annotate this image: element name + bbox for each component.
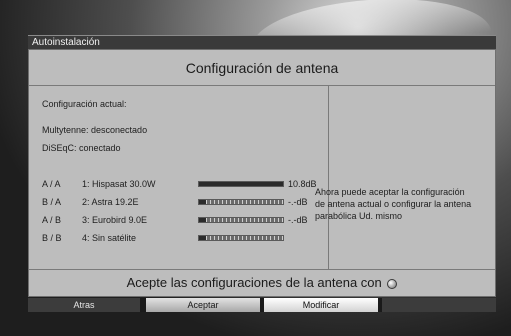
window-title: Autoinstalación: [28, 35, 496, 49]
signal-db: 10.8dB: [288, 179, 317, 189]
modify-button[interactable]: Modificar: [264, 298, 378, 312]
current-config-section: Configuración actual: Multytenne: descon…: [29, 86, 329, 269]
softkey-bar: Atras Aceptar Modificar: [28, 298, 496, 312]
content-area: Configuración actual: Multytenne: descon…: [29, 86, 495, 269]
signal-level: [199, 218, 206, 222]
satellite-name: 1: Hispasat 30.0W: [82, 179, 156, 189]
signal-db: -.-dB: [288, 215, 308, 225]
satellite-position: B / A: [42, 197, 62, 207]
accept-button[interactable]: Aceptar: [146, 298, 260, 312]
signal-level: [199, 200, 206, 204]
multytenne-status: Multytenne: desconectado: [42, 125, 148, 135]
signal-meter: [198, 235, 284, 241]
antenna-config-panel: Configuración de antena Configuración ac…: [28, 49, 496, 297]
blank-softkey[interactable]: [382, 298, 496, 312]
satellite-name: 4: Sin satélite: [82, 233, 137, 243]
satellite-name: 2: Astra 19.2E: [82, 197, 139, 207]
signal-meter: [198, 199, 284, 205]
signal-db: -.-dB: [288, 197, 308, 207]
diseqc-status: DiSEqC: conectado: [42, 143, 121, 153]
current-config-label: Configuración actual:: [42, 99, 127, 109]
help-text: Ahora puede aceptar la configuración de …: [315, 187, 472, 221]
signal-meter: [198, 181, 284, 187]
signal-level: [199, 236, 206, 240]
help-section: [329, 86, 495, 269]
back-button[interactable]: Atras: [28, 298, 140, 312]
satellite-position: B / B: [42, 233, 62, 243]
accept-prompt-text: Acepte las configuraciones de la antena …: [126, 275, 382, 290]
satellite-name: 3: Eurobird 9.0E: [82, 215, 148, 225]
page-title: Configuración de antena: [29, 50, 495, 86]
signal-meter: [198, 217, 284, 223]
satellite-position: A / A: [42, 179, 61, 189]
accept-prompt: Acepte las configuraciones de la antena …: [29, 269, 495, 297]
satellite-position: A / B: [42, 215, 62, 225]
signal-level: [199, 182, 283, 186]
ok-button-icon: [387, 278, 398, 289]
